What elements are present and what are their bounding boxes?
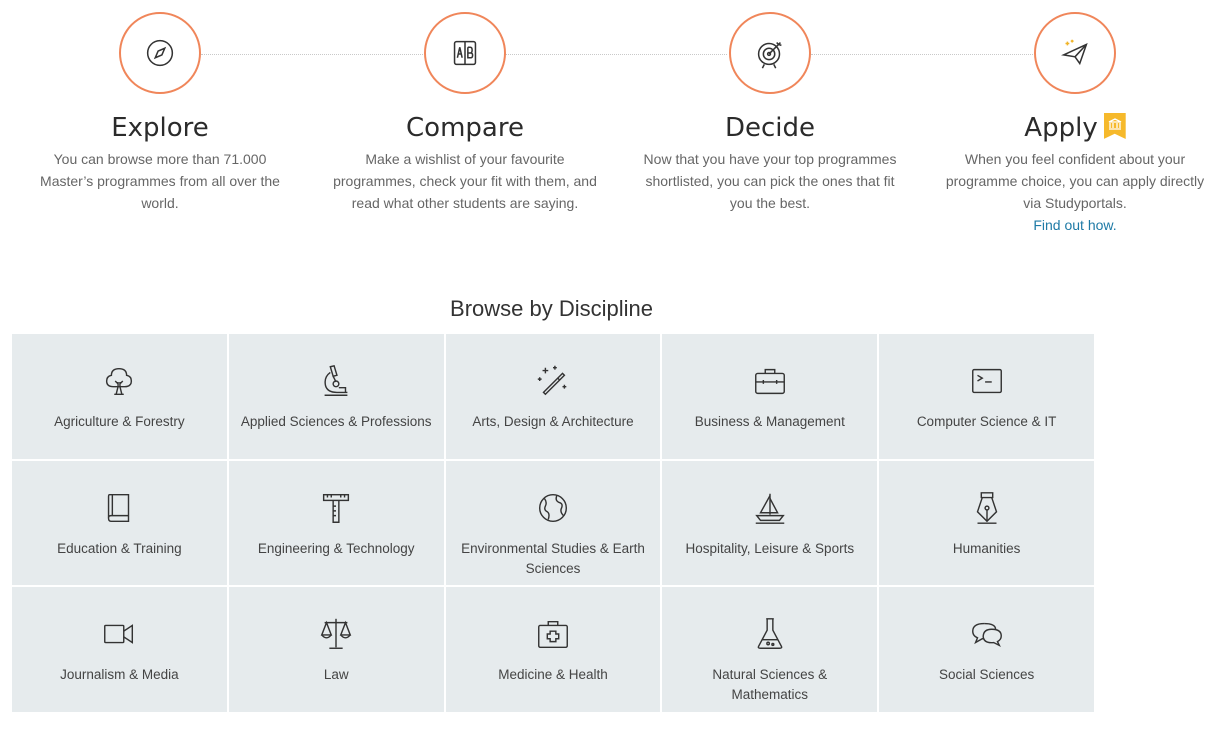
step-title: Compare <box>406 113 524 143</box>
step-title: Decide <box>724 113 816 143</box>
target-icon <box>757 42 782 69</box>
ab-compare-icon <box>453 40 477 66</box>
discipline-grid: Agriculture & Forestry Applied Sciences … <box>12 334 1094 712</box>
briefcase-icon <box>754 368 785 395</box>
step-description: When you feel confident about your progr… <box>935 148 1210 236</box>
discipline-business-management[interactable]: Business & Management <box>662 334 878 459</box>
first-aid-kit-icon <box>538 621 568 649</box>
discipline-label: Business & Management <box>694 414 845 429</box>
discipline-label: Applied Sciences & Professions <box>240 414 432 429</box>
discipline-applied-sciences[interactable]: Applied Sciences & Professions <box>228 334 444 459</box>
discipline-label: Education & Training <box>57 540 182 556</box>
discipline-hospitality-leisure[interactable]: Hospitality, Leisure & Sports <box>662 460 878 586</box>
discipline-arts-design[interactable]: Arts, Design & Architecture <box>445 334 661 459</box>
browse-title: Browse by Discipline <box>450 296 653 321</box>
discipline-label: Natural Sciences & Mathematics <box>712 667 828 703</box>
discipline-label: Medicine & Health <box>498 667 608 683</box>
scales-icon <box>320 619 352 650</box>
discipline-computer-science[interactable]: Computer Science & IT <box>879 334 1094 459</box>
discipline-social-sciences[interactable]: Social Sciences <box>879 587 1094 712</box>
bookmark-badge-icon <box>1103 113 1126 139</box>
step-icon-circle <box>729 12 811 94</box>
find-out-how-link[interactable]: Find out how. <box>941 214 1209 236</box>
discipline-label: Law <box>323 667 349 683</box>
microscope-icon <box>324 364 348 396</box>
discipline-humanities[interactable]: Humanities <box>879 460 1094 586</box>
discipline-law[interactable]: Law <box>228 587 444 712</box>
discipline-label: Humanities <box>952 540 1021 556</box>
sailboat-icon <box>754 493 785 524</box>
discipline-label: Arts, Design & Architecture <box>472 414 634 429</box>
magic-wand-icon <box>537 365 567 396</box>
globe-icon <box>538 493 567 522</box>
step-icon-circle <box>424 12 506 94</box>
flask-icon <box>757 618 783 650</box>
step-apply: Apply When you feel confident about your… <box>935 12 1210 236</box>
t-square-icon <box>323 493 350 523</box>
step-title: Apply <box>935 112 1210 144</box>
discipline-natural-sciences[interactable]: Natural Sciences & Mathematics <box>662 587 878 712</box>
step-icon-circle <box>119 12 201 94</box>
discipline-agriculture-forestry[interactable]: Agriculture & Forestry <box>12 334 227 459</box>
discipline-label: Agriculture & Forestry <box>54 414 185 429</box>
step-explore: Explore You can browse more than 71.000 … <box>20 12 300 214</box>
step-decide: Decide Now that you have your top progra… <box>630 12 910 214</box>
discipline-education-training[interactable]: Education & Training <box>12 460 227 586</box>
steps-section: Explore You can browse more than 71.000 … <box>0 0 1210 260</box>
compass-icon <box>146 39 174 67</box>
discipline-environmental-studies[interactable]: Environmental Studies & Earth Sciences <box>445 460 661 586</box>
discipline-label: Journalism & Media <box>60 667 179 683</box>
step-compare: Compare Make a wishlist of your favourit… <box>325 12 605 214</box>
step-title: Explore <box>111 113 209 143</box>
discipline-label: Social Sciences <box>938 667 1035 683</box>
discipline-journalism-media[interactable]: Journalism & Media <box>12 587 227 712</box>
step-icon-circle <box>1034 12 1116 94</box>
discipline-medicine-health[interactable]: Medicine & Health <box>445 587 661 712</box>
video-camera-icon <box>104 624 134 645</box>
discipline-engineering-technology[interactable]: Engineering & Technology <box>228 460 444 586</box>
tree-icon <box>106 367 133 396</box>
discipline-label: Hospitality, Leisure & Sports <box>685 540 855 556</box>
paper-plane-icon <box>1061 39 1088 66</box>
step-description: Make a wishlist of your favourite progra… <box>333 151 597 211</box>
speech-bubbles-icon <box>971 623 1002 648</box>
terminal-icon <box>971 368 1002 394</box>
discipline-label: Environmental Studies & Earth Sciences <box>461 540 645 576</box>
book-icon <box>108 493 130 522</box>
step-description: You can browse more than 71.000 Master’s… <box>40 151 280 211</box>
step-title-text: Apply <box>1024 113 1098 143</box>
fountain-pen-icon <box>976 491 997 524</box>
discipline-label: Engineering & Technology <box>257 540 415 556</box>
discipline-label: Computer Science & IT <box>916 414 1057 429</box>
step-description-text: When you feel confident about your progr… <box>945 151 1205 211</box>
step-description: Now that you have your top programmes sh… <box>643 151 897 211</box>
